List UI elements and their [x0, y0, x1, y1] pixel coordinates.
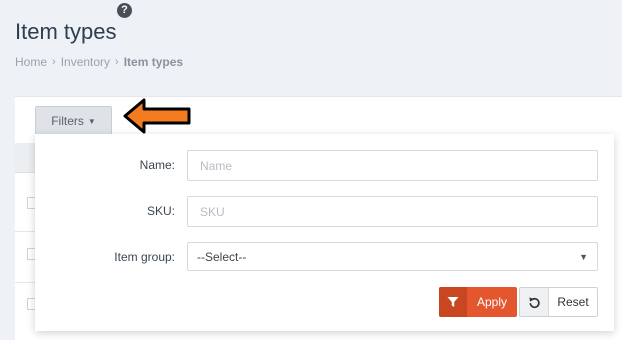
item-group-select[interactable]: --Select-- ▼	[187, 242, 598, 271]
item-group-label: Item group:	[114, 250, 175, 264]
breadcrumb-current: Item types	[123, 55, 184, 69]
undo-icon	[520, 288, 549, 316]
name-input[interactable]	[187, 150, 598, 181]
apply-label: Apply	[476, 295, 508, 309]
name-label: Name:	[139, 158, 175, 172]
item-group-selected-value: --Select--	[197, 249, 247, 264]
sku-input[interactable]	[187, 196, 598, 227]
apply-button[interactable]: Apply	[439, 287, 517, 317]
breadcrumb-inventory[interactable]: Inventory	[61, 55, 110, 69]
reset-label: Reset	[557, 295, 589, 309]
breadcrumb-home[interactable]: Home	[15, 55, 47, 69]
help-icon[interactable]: ?	[117, 3, 132, 18]
reset-button[interactable]: Reset	[519, 287, 598, 317]
filters-label: Filters	[51, 113, 84, 128]
page-title: Item types	[15, 19, 117, 44]
funnel-icon	[439, 287, 467, 317]
chevron-right-icon: ›	[52, 56, 56, 68]
breadcrumb: Home › Inventory › Item types	[15, 55, 183, 69]
arrow-left-icon	[123, 98, 191, 134]
filter-popup: Name: SKU: Item group: --Select-- ▼ Appl…	[35, 134, 614, 331]
sku-label: SKU:	[146, 204, 175, 218]
chevron-right-icon: ›	[115, 56, 119, 68]
triangle-down-icon: ▼	[579, 251, 588, 262]
filters-button[interactable]: Filters ▼	[35, 106, 112, 134]
caret-down-icon: ▼	[87, 117, 96, 126]
